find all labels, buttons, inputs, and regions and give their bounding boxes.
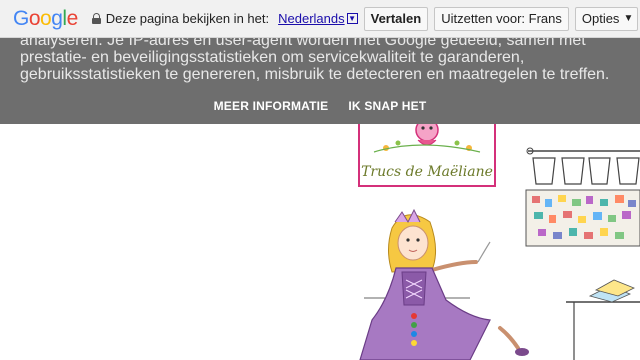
options-label: Opties <box>581 11 620 26</box>
chevron-down-icon: ▼ <box>623 13 634 24</box>
turn-off-for-french-button[interactable]: Uitzetten voor: Frans <box>434 6 569 31</box>
cookie-notice-text: analyseren. Je IP-adres en user-agent wo… <box>20 38 610 83</box>
language-select-link[interactable]: Nederlands <box>278 11 345 26</box>
blog-logo-text: Trucs de Maëliane <box>361 164 493 180</box>
cookie-consent-banner: analyseren. Je IP-adres en user-agent wo… <box>0 38 640 124</box>
google-logo-letter: o <box>28 6 41 30</box>
princess-drawing <box>359 208 529 360</box>
google-logo-letter: o <box>40 6 52 30</box>
more-info-link[interactable]: MEER INFORMATIE <box>214 99 329 113</box>
accept-cookies-link[interactable]: IK SNAP HET <box>348 99 426 113</box>
cookie-actions: MEER INFORMATIE IK SNAP HET <box>0 99 640 113</box>
translate-button[interactable]: Vertalen <box>363 6 429 31</box>
page: Trucs de Maëliane Google Deze pagina bek… <box>0 0 640 360</box>
google-logo: Google <box>13 7 78 31</box>
lock-icon <box>91 13 101 24</box>
dropdown-caret-icon[interactable]: ▼ <box>346 13 358 24</box>
options-button[interactable]: Opties ▼ <box>574 6 639 31</box>
google-logo-letter: G <box>13 6 29 30</box>
google-logo-letter: e <box>66 6 79 30</box>
google-translate-bar: Google Deze pagina bekijken in het: Nede… <box>0 0 640 38</box>
translate-prompt: Deze pagina bekijken in het: <box>105 11 270 26</box>
google-logo-letter: g <box>51 6 63 30</box>
